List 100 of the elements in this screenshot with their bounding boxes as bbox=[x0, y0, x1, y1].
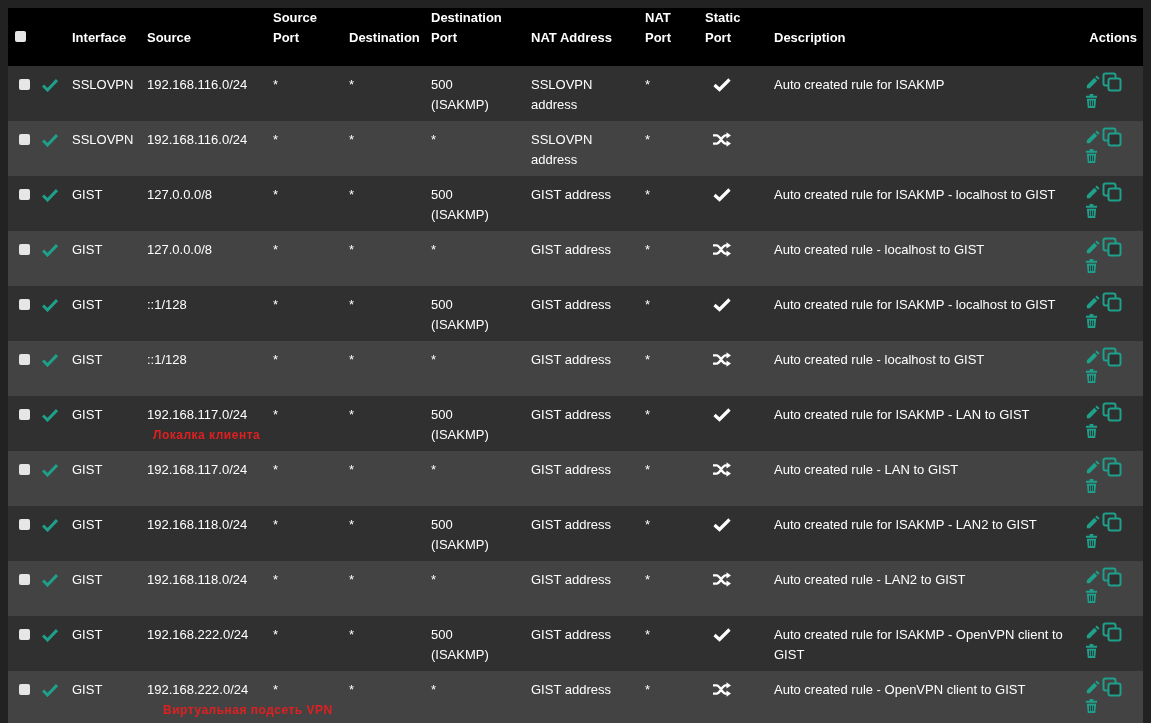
table-cell-text: Auto created rule for ISAKMP bbox=[774, 76, 945, 94]
table-cell: * bbox=[273, 682, 279, 697]
column-header[interactable]: Interface bbox=[72, 28, 127, 48]
row-checkbox[interactable] bbox=[19, 134, 30, 145]
row-checkbox[interactable] bbox=[19, 299, 30, 310]
check-icon[interactable] bbox=[42, 188, 58, 202]
row-checkbox[interactable] bbox=[19, 684, 30, 695]
copy-icon[interactable] bbox=[1102, 292, 1122, 312]
row-checkbox[interactable] bbox=[19, 519, 30, 530]
column-header[interactable]: Static Port bbox=[705, 8, 768, 48]
check-icon[interactable] bbox=[42, 243, 58, 257]
table-cell: 192.168.117.0/24 bbox=[147, 407, 248, 422]
table-cell-text: Auto created rule for ISAKMP - localhost to GIST bbox=[774, 296, 1056, 314]
column-header[interactable]: Destination bbox=[349, 28, 420, 48]
select-all-checkbox[interactable] bbox=[15, 31, 26, 42]
copy-icon[interactable] bbox=[1102, 182, 1122, 202]
delete-icon[interactable] bbox=[1085, 698, 1098, 713]
edit-icon[interactable] bbox=[1085, 679, 1100, 695]
table-cell: 192.168.118.0/24 bbox=[147, 517, 248, 532]
copy-icon[interactable] bbox=[1102, 677, 1122, 697]
row-checkbox[interactable] bbox=[19, 354, 30, 365]
edit-icon[interactable] bbox=[1085, 74, 1100, 90]
table-cell-text: GIST address bbox=[531, 681, 611, 699]
edit-icon[interactable] bbox=[1085, 129, 1100, 145]
check-icon[interactable] bbox=[42, 133, 58, 147]
table-cell: * bbox=[349, 187, 355, 202]
check-icon[interactable] bbox=[42, 628, 58, 642]
table-cell-text: 500 (ISAKMP) bbox=[431, 186, 490, 224]
row-checkbox[interactable] bbox=[19, 189, 30, 200]
delete-icon[interactable] bbox=[1085, 478, 1098, 493]
table-cell: * bbox=[645, 407, 651, 422]
table-cell: * bbox=[645, 627, 651, 642]
table-cell-text: GIST address bbox=[531, 516, 611, 534]
column-header[interactable]: Source bbox=[147, 28, 192, 48]
delete-icon[interactable] bbox=[1085, 203, 1098, 218]
delete-icon[interactable] bbox=[1085, 258, 1098, 273]
column-header[interactable]: Destination Port bbox=[431, 8, 525, 48]
table-cell: * bbox=[349, 132, 355, 147]
check-icon[interactable] bbox=[42, 518, 58, 532]
table-cell: * bbox=[273, 352, 279, 367]
column-header[interactable]: NAT Port bbox=[645, 8, 699, 48]
delete-icon[interactable] bbox=[1085, 313, 1098, 328]
check-icon[interactable] bbox=[42, 573, 58, 587]
column-header[interactable]: Source Port bbox=[273, 8, 343, 48]
check-icon[interactable] bbox=[42, 298, 58, 312]
copy-icon[interactable] bbox=[1102, 237, 1122, 257]
edit-icon[interactable] bbox=[1085, 294, 1100, 310]
copy-icon[interactable] bbox=[1102, 567, 1122, 587]
table-cell: * bbox=[645, 517, 651, 532]
edit-icon[interactable] bbox=[1085, 459, 1100, 475]
table-cell: GIST bbox=[72, 627, 103, 642]
edit-icon[interactable] bbox=[1085, 404, 1100, 420]
copy-icon[interactable] bbox=[1102, 457, 1122, 477]
row-checkbox[interactable] bbox=[19, 629, 30, 640]
copy-icon[interactable] bbox=[1102, 402, 1122, 422]
edit-icon[interactable] bbox=[1085, 514, 1100, 530]
delete-icon[interactable] bbox=[1085, 588, 1098, 603]
table-cell: GIST bbox=[72, 407, 103, 422]
table-cell: * bbox=[349, 407, 355, 422]
row-checkbox[interactable] bbox=[19, 464, 30, 475]
check-icon[interactable] bbox=[42, 78, 58, 92]
check-icon[interactable] bbox=[42, 683, 58, 697]
delete-icon[interactable] bbox=[1085, 148, 1098, 163]
table-cell-text: SSLOVPN address bbox=[531, 76, 594, 114]
table-cell: * bbox=[645, 297, 651, 312]
table-cell: * bbox=[273, 407, 279, 422]
column-header[interactable]: Actions bbox=[1089, 28, 1137, 48]
delete-icon[interactable] bbox=[1085, 533, 1098, 548]
check-icon[interactable] bbox=[42, 408, 58, 422]
row-checkbox[interactable] bbox=[19, 409, 30, 420]
annotation-text: Виртуальная подсеть VPN bbox=[163, 703, 333, 717]
column-header[interactable]: NAT Address bbox=[531, 28, 612, 48]
column-header[interactable]: Description bbox=[774, 28, 846, 48]
copy-icon[interactable] bbox=[1102, 72, 1122, 92]
copy-icon[interactable] bbox=[1102, 127, 1122, 147]
edit-icon[interactable] bbox=[1085, 239, 1100, 255]
table-cell-text: Auto created rule for ISAKMP - OpenVPN client to GIST bbox=[774, 626, 1064, 664]
copy-icon[interactable] bbox=[1102, 622, 1122, 642]
row-checkbox[interactable] bbox=[19, 574, 30, 585]
copy-icon[interactable] bbox=[1102, 512, 1122, 532]
edit-icon[interactable] bbox=[1085, 569, 1100, 585]
edit-icon[interactable] bbox=[1085, 184, 1100, 200]
table-cell-text: * bbox=[431, 461, 437, 479]
table-cell: * bbox=[349, 352, 355, 367]
check-icon[interactable] bbox=[42, 463, 58, 477]
edit-icon[interactable] bbox=[1085, 349, 1100, 365]
table-cell: * bbox=[273, 627, 279, 642]
table-cell-text: Auto created rule - OpenVPN client to GIST bbox=[774, 681, 1026, 699]
row-checkbox[interactable] bbox=[19, 244, 30, 255]
check-icon[interactable] bbox=[42, 353, 58, 367]
delete-icon[interactable] bbox=[1085, 643, 1098, 658]
delete-icon[interactable] bbox=[1085, 368, 1098, 383]
table-cell-text: Auto created rule - localhost to GIST bbox=[774, 351, 985, 369]
copy-icon[interactable] bbox=[1102, 347, 1122, 367]
delete-icon[interactable] bbox=[1085, 93, 1098, 108]
edit-icon[interactable] bbox=[1085, 624, 1100, 640]
delete-icon[interactable] bbox=[1085, 423, 1098, 438]
row-checkbox[interactable] bbox=[19, 79, 30, 90]
table-cell: * bbox=[645, 352, 651, 367]
table-cell: 192.168.117.0/24 bbox=[147, 462, 248, 477]
